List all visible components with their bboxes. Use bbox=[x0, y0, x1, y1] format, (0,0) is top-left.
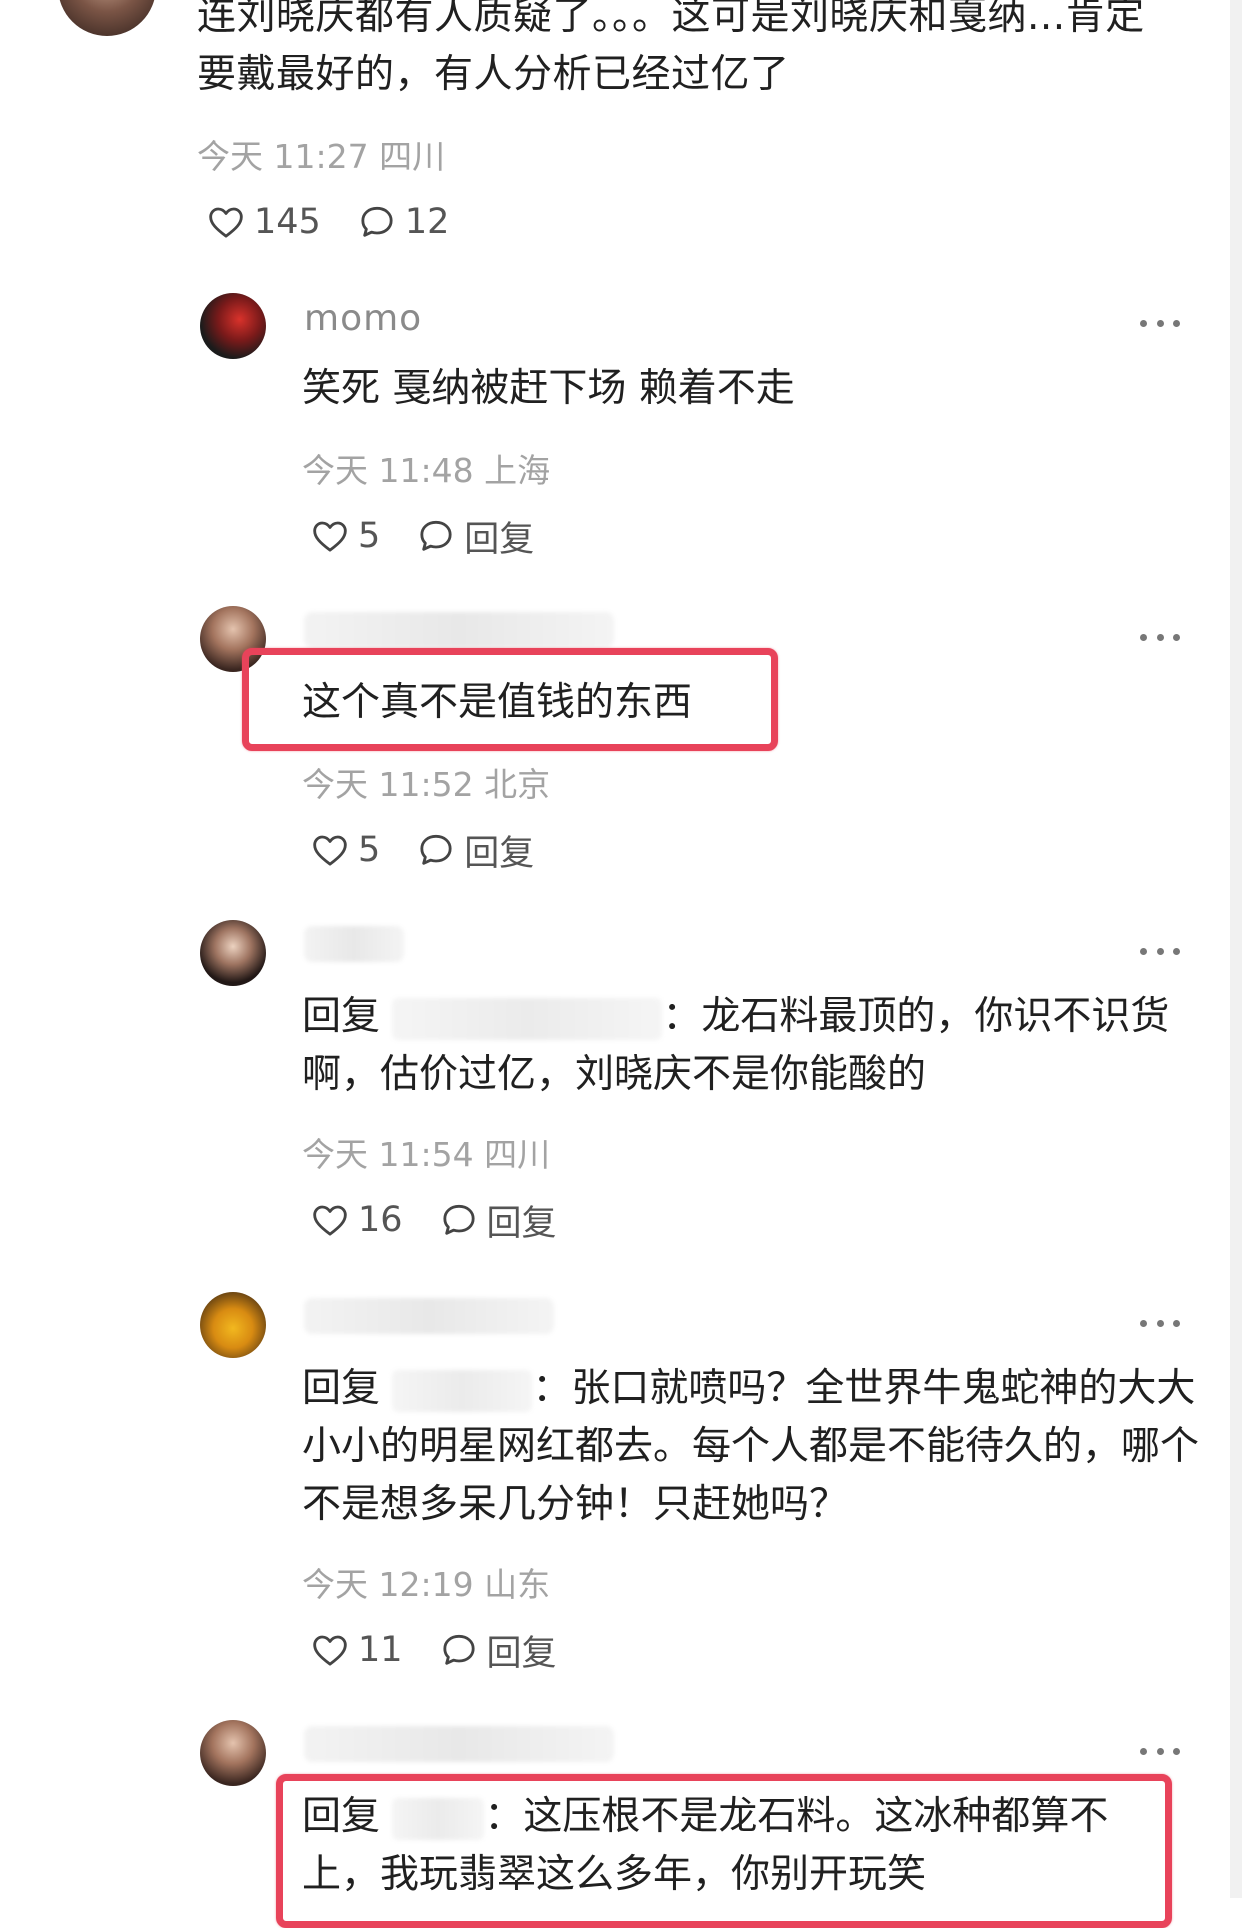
more-options-icon[interactable] bbox=[1140, 318, 1180, 328]
avatar[interactable] bbox=[200, 1292, 266, 1358]
like-count: 5 bbox=[358, 830, 381, 870]
reply-button[interactable]: 回复 bbox=[416, 825, 534, 876]
like-count: 16 bbox=[358, 1200, 403, 1240]
speech-bubble-icon bbox=[442, 1634, 475, 1665]
comment-meta: 今天 11:54 四川 bbox=[302, 1135, 551, 1174]
heart-outline-icon bbox=[313, 835, 347, 866]
reply-prefix: 回复 bbox=[302, 1794, 381, 1839]
comment-actions: 5 回复 bbox=[310, 512, 570, 560]
more-options-icon[interactable] bbox=[1140, 1318, 1180, 1328]
like-count: 145 bbox=[254, 202, 321, 242]
speech-bubble-icon bbox=[420, 520, 452, 551]
reply-prefix: 回复 bbox=[302, 994, 381, 1039]
reply-prefix: 回复 bbox=[302, 1366, 381, 1411]
username-blurred[interactable] bbox=[304, 926, 404, 962]
mention-blurred[interactable] bbox=[392, 1369, 533, 1412]
reply-button[interactable]: 回复 bbox=[439, 1625, 557, 1676]
heart-outline-icon bbox=[313, 521, 347, 552]
highlight-box bbox=[242, 648, 778, 751]
more-options-icon[interactable] bbox=[1140, 946, 1180, 956]
username[interactable]: momo bbox=[304, 298, 422, 339]
reply-label: 回复 bbox=[486, 1203, 557, 1244]
speech-bubble-icon bbox=[442, 1204, 475, 1235]
reply-button[interactable]: 回复 bbox=[416, 511, 534, 562]
more-options-icon[interactable] bbox=[1140, 632, 1180, 642]
reply-label: 回复 bbox=[464, 519, 535, 560]
username-blurred[interactable] bbox=[304, 612, 614, 648]
like-count: 11 bbox=[358, 1630, 403, 1670]
avatar[interactable] bbox=[200, 1720, 266, 1786]
comment-text: 回复 ：张口就喷吗？全世界牛鬼蛇神的大大小小的明星网红都去。每个人都是不能待久的… bbox=[302, 1360, 1202, 1534]
reply-count: 12 bbox=[404, 202, 450, 242]
top-comment-avatar[interactable] bbox=[58, 0, 156, 36]
username-blurred[interactable] bbox=[304, 1298, 554, 1334]
comment-text: 笑死 戛纳被赶下场 赖着不走 bbox=[302, 366, 795, 411]
reply-button[interactable]: 回复 bbox=[439, 1195, 557, 1246]
top-comment-text: 连刘晓庆都有人质疑了。。。这可是刘晓庆和戛纳...肯定要戴最好的，有人分析已经过… bbox=[197, 0, 1145, 97]
comment-meta: 今天 11:52 北京 bbox=[302, 765, 551, 804]
more-options-icon[interactable] bbox=[1140, 1746, 1180, 1756]
mention-blurred[interactable] bbox=[392, 1797, 485, 1840]
heart-outline-icon bbox=[209, 207, 243, 238]
comment-text: 回复 ：这压根不是龙石料。这冰种都算不上，我玩翡翠这么多年，你别开玩笑 bbox=[302, 1788, 1152, 1904]
scroll-edge bbox=[1230, 0, 1242, 1898]
like-button[interactable]: 11 bbox=[310, 1630, 403, 1670]
reply-count-button[interactable]: 12 bbox=[357, 202, 450, 242]
comment-actions: 16 回复 bbox=[310, 1196, 593, 1244]
comment-text: 回复 ：龙石料最顶的，你识不识货啊，估价过亿，刘晓庆不是你能酸的 bbox=[302, 988, 1202, 1104]
speech-bubble-icon bbox=[361, 206, 393, 237]
username-blurred[interactable] bbox=[304, 1726, 614, 1762]
reply-label: 回复 bbox=[486, 1633, 557, 1674]
comment-actions: 11 回复 bbox=[310, 1626, 593, 1674]
top-comment-actions: 145 12 bbox=[206, 198, 485, 246]
like-button[interactable]: 145 bbox=[206, 202, 321, 242]
like-button[interactable]: 5 bbox=[310, 516, 380, 556]
avatar[interactable] bbox=[200, 293, 266, 359]
heart-outline-icon bbox=[313, 1635, 347, 1666]
speech-bubble-icon bbox=[420, 834, 452, 865]
comment-actions: 5 回复 bbox=[310, 826, 570, 874]
comment-meta: 今天 12:19 山东 bbox=[302, 1565, 551, 1604]
like-count: 5 bbox=[358, 516, 381, 556]
like-button[interactable]: 5 bbox=[310, 830, 380, 870]
like-button[interactable]: 16 bbox=[310, 1200, 403, 1240]
comment-thread: 连刘晓庆都有人质疑了。。。这可是刘晓庆和戛纳...肯定要戴最好的，有人分析已经过… bbox=[0, 0, 1242, 1928]
reply-label: 回复 bbox=[464, 833, 535, 874]
top-comment-meta: 今天 11:27 四川 bbox=[197, 137, 446, 176]
heart-outline-icon bbox=[313, 1205, 347, 1236]
comment-meta: 今天 11:48 上海 bbox=[302, 451, 551, 490]
avatar[interactable] bbox=[200, 920, 266, 986]
mention-blurred[interactable] bbox=[392, 997, 663, 1040]
